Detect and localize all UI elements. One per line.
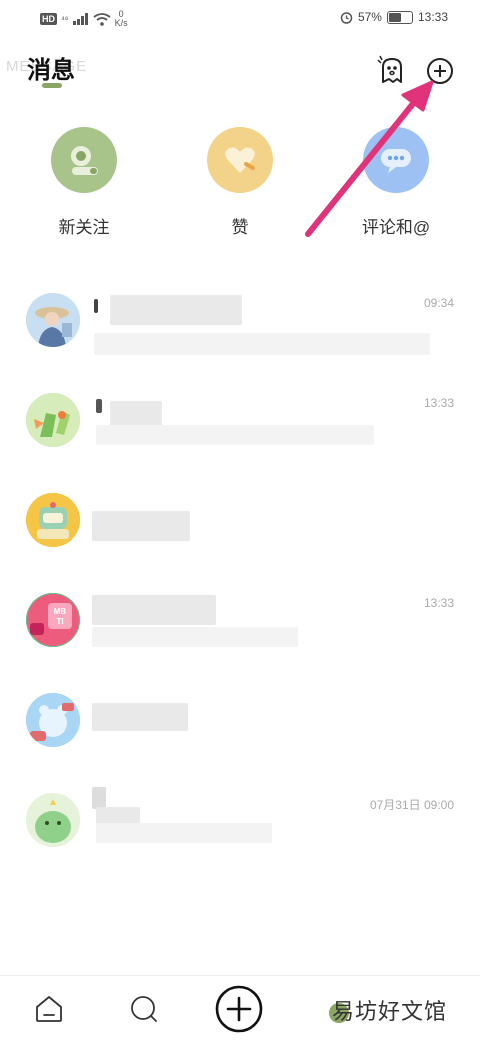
search-icon <box>131 996 157 1022</box>
battery-fill <box>388 12 401 22</box>
plus-circle-icon <box>427 58 453 84</box>
category-circle <box>207 127 273 193</box>
category-circle <box>363 127 429 193</box>
avatar <box>26 293 80 347</box>
battery-icon <box>386 10 413 24</box>
hd-badge: HD <box>40 13 57 25</box>
message-time: 07月31日 09:00 <box>369 798 454 812</box>
avatar-green-plant-icon <box>26 393 80 447</box>
category-likes[interactable]: 赞 <box>190 127 290 238</box>
chat-bubble-icon <box>381 149 411 173</box>
redacted-preview <box>92 627 298 647</box>
category-label: 评论和@ <box>361 218 431 237</box>
nav-search[interactable] <box>120 984 170 1034</box>
category-label: 赞 <box>231 218 249 237</box>
heart-icon <box>225 147 255 173</box>
avatar <box>26 493 80 547</box>
avatar-blue-bear-icon <box>26 693 80 747</box>
speed-unit: K/s <box>114 18 128 28</box>
redacted-preview <box>94 333 430 355</box>
status-bar: HD ⁴⁶ 0 K/s 57% 13:33 <box>0 0 480 36</box>
title-underline <box>42 83 62 88</box>
category-label: 新关注 <box>58 218 110 237</box>
header: MESSAGE 消息 <box>0 40 480 100</box>
message-time: 13:33 <box>423 596 454 610</box>
plus-circle-icon <box>215 985 263 1033</box>
redacted-name <box>92 511 190 541</box>
home-icon <box>36 996 62 1022</box>
list-item[interactable]: 09:34 <box>0 275 480 365</box>
name-fragment <box>96 399 102 413</box>
status-right: 57% 13:33 <box>340 10 448 24</box>
svg-text:MB: MB <box>54 607 67 616</box>
avatar <box>26 793 80 847</box>
avatar-woman-hat-icon <box>26 293 80 347</box>
nav-publish[interactable] <box>214 984 264 1034</box>
ghost-icon <box>377 55 402 83</box>
wifi-icon <box>93 12 111 26</box>
avatar <box>26 393 80 447</box>
message-time: 13:33 <box>423 396 454 410</box>
status-left: HD ⁴⁶ 0 K/s <box>40 10 128 28</box>
redacted-preview <box>96 823 272 843</box>
list-item[interactable]: MB TI 13:33 <box>0 575 480 665</box>
alarm-icon <box>340 11 353 24</box>
network-speed: 0 K/s <box>115 10 128 28</box>
list-item[interactable] <box>0 675 480 765</box>
redacted-name <box>92 595 216 625</box>
signal-type: ⁴⁶ <box>61 14 69 24</box>
avatar <box>26 693 80 747</box>
add-button[interactable] <box>426 57 454 85</box>
redacted-name <box>110 295 242 325</box>
watermark: 易坊好文馆 <box>332 999 448 1024</box>
name-fragment <box>94 299 98 313</box>
category-new-follow[interactable]: 新关注 <box>34 127 134 238</box>
avatar-mbti-icon: MB TI <box>26 593 80 647</box>
name-fragment <box>92 787 106 809</box>
signal-bars-icon <box>72 13 88 25</box>
ghost-button[interactable] <box>376 54 408 86</box>
message-time: 09:34 <box>423 296 454 310</box>
battery-percent: 57% <box>357 10 382 24</box>
avatar-green-dino-icon <box>26 793 80 847</box>
category-comments[interactable]: 评论和@ <box>346 127 446 238</box>
list-item[interactable]: 07月31日 09:00 <box>0 775 480 865</box>
redacted-name <box>92 703 188 731</box>
list-item[interactable] <box>0 475 480 565</box>
nav-home[interactable] <box>24 984 74 1034</box>
svg-text:TI: TI <box>56 617 63 626</box>
redacted-preview <box>96 425 374 445</box>
page-title: 消息 <box>27 57 75 84</box>
status-time: 13:33 <box>417 10 448 24</box>
bottom-nav: 易坊好文馆 <box>0 975 480 1040</box>
list-item[interactable]: 13:33 <box>0 375 480 465</box>
camera-icon <box>71 146 98 175</box>
avatar: MB TI <box>26 593 80 647</box>
category-circle <box>51 127 117 193</box>
avatar-yellow-robot-icon <box>26 493 80 547</box>
